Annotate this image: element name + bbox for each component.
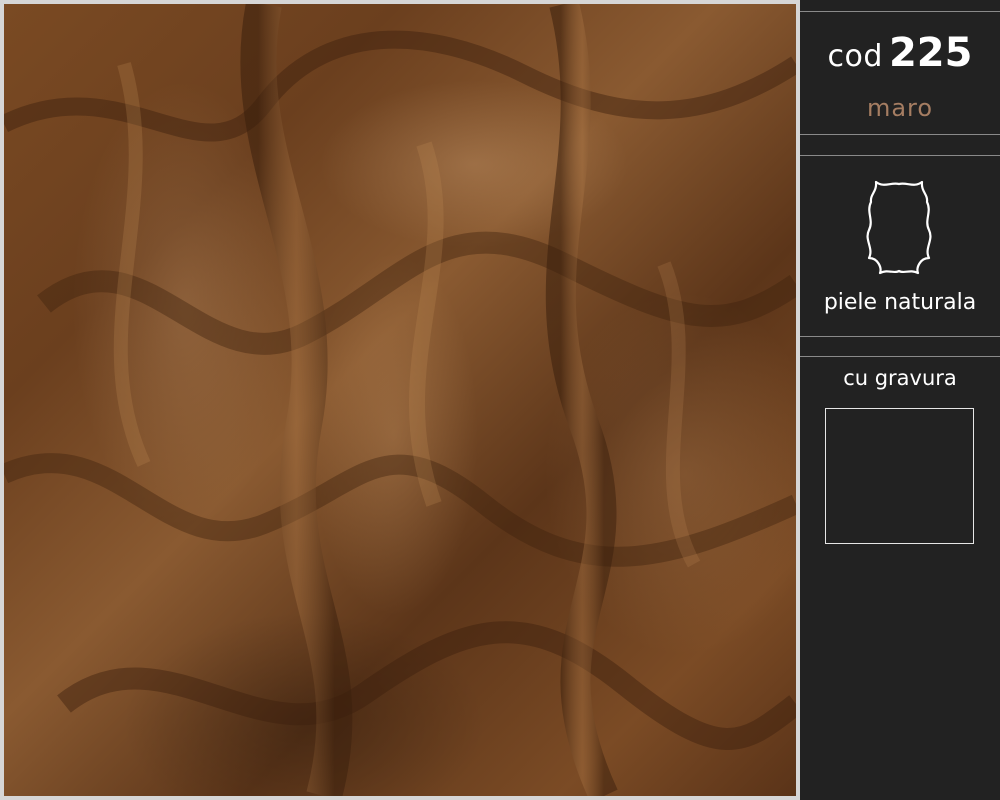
divider (800, 134, 1000, 135)
product-code: cod 225 (800, 30, 1000, 76)
code-prefix: cod (827, 39, 883, 74)
material-label: piele naturala (823, 290, 977, 315)
leather-folds (4, 4, 796, 796)
divider (800, 356, 1000, 357)
info-panel: cod 225 maro piele naturala cu gravura (800, 0, 1000, 800)
engraving-label: cu gravura (843, 366, 957, 390)
leather-hide-icon (866, 180, 932, 275)
engraving-swatch (825, 408, 974, 544)
code-number: 225 (888, 30, 973, 76)
divider (800, 11, 1000, 12)
color-name: maro (866, 94, 934, 122)
leather-photo (4, 4, 796, 796)
divider (800, 336, 1000, 337)
divider (800, 155, 1000, 156)
